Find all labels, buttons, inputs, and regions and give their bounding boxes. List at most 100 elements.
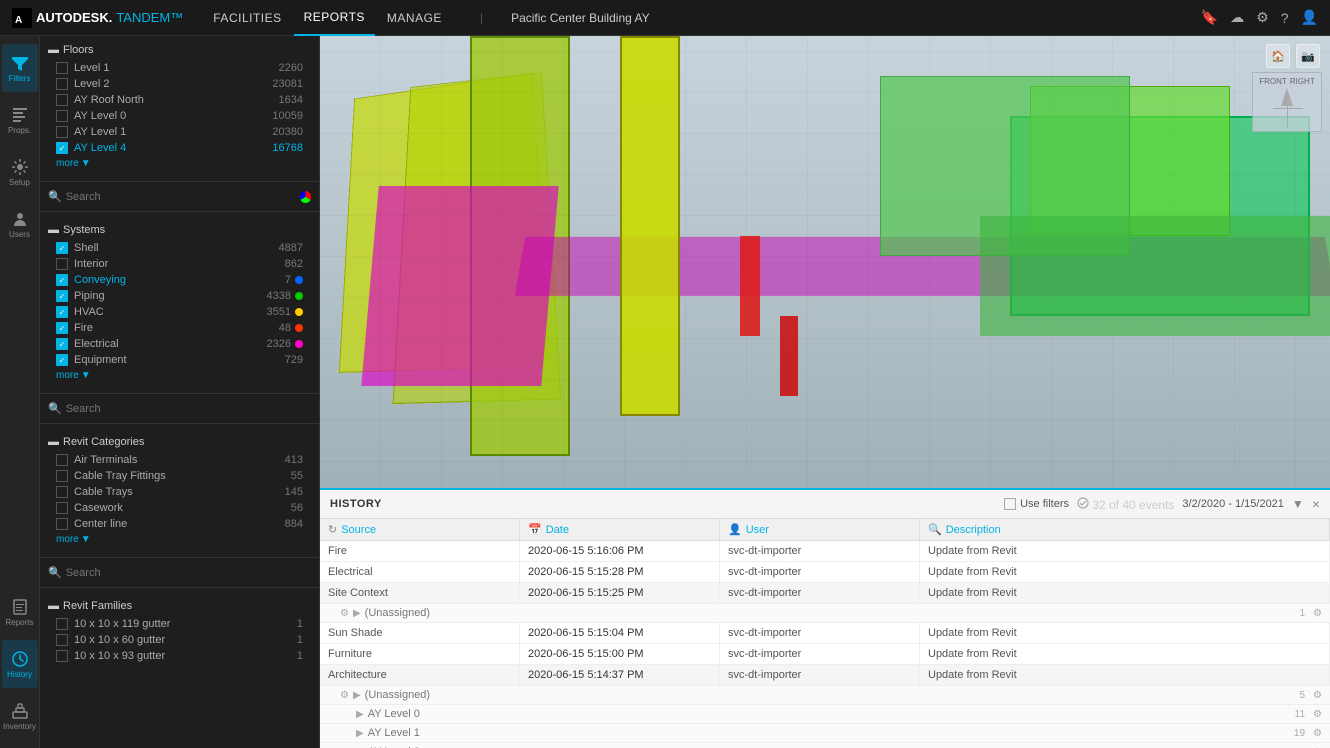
revit-cable-trays-checkbox[interactable] [56, 486, 68, 498]
arch-chevron-icon[interactable]: ▶ [353, 690, 361, 701]
help-icon[interactable]: ? [1281, 10, 1289, 26]
tree-chevron-icon[interactable]: ▶ [353, 608, 361, 619]
floors-search-input[interactable] [66, 191, 297, 203]
revit-center-line[interactable]: Center line 884 [48, 516, 311, 532]
revit-cat-search-input[interactable] [66, 567, 311, 579]
system-conveying-checkbox[interactable] [56, 274, 68, 286]
revit-center-line-checkbox[interactable] [56, 518, 68, 530]
cell-site-user: svc-dt-importer [720, 583, 920, 603]
system-shell[interactable]: Shell 4887 [48, 240, 311, 256]
sidebar-item-inventory[interactable]: Inventory [2, 692, 38, 740]
arch-chevron-3[interactable]: ▶ [356, 728, 364, 739]
site-row-settings-icon[interactable]: ⚙ [1313, 608, 1322, 619]
system-equipment-checkbox[interactable] [56, 354, 68, 366]
floor-level2-checkbox[interactable] [56, 78, 68, 90]
revit-cable-tray-fittings[interactable]: Cable Tray Fittings 55 [48, 468, 311, 484]
revit-fam-gutter3-checkbox[interactable] [56, 650, 68, 662]
arch-row-settings-1[interactable]: ⚙ [1313, 690, 1322, 701]
floor-ay-roof-north[interactable]: AY Roof North 1634 [48, 92, 311, 108]
history-col-description[interactable]: 🔍 Description [920, 519, 1330, 540]
revit-categories-more[interactable]: more ▼ [48, 532, 311, 549]
user-avatar[interactable]: 👤 [1301, 9, 1318, 26]
revit-cat-search-icon[interactable]: 🔍 [48, 566, 62, 579]
nav-facilities[interactable]: FACILITIES [203, 0, 291, 36]
viewport-home-icon[interactable]: 🏠 [1266, 44, 1290, 68]
history-close-button[interactable]: × [1312, 496, 1320, 512]
system-piping-checkbox[interactable] [56, 290, 68, 302]
systems-search-input[interactable] [66, 403, 311, 415]
settings-icon[interactable]: ⚙ [1256, 9, 1269, 26]
table-row-furniture[interactable]: Furniture 2020-06-15 5:15:00 PM svc-dt-i… [320, 644, 1330, 665]
sidebar-item-users[interactable]: Users [2, 200, 38, 248]
systems-section-header[interactable]: ▬ Systems [48, 220, 311, 240]
nav-manage[interactable]: MANAGE [377, 0, 452, 36]
table-row-fire[interactable]: Fire 2020-06-15 5:16:06 PM svc-dt-import… [320, 541, 1330, 562]
nav-reports[interactable]: REPORTS [294, 0, 375, 36]
floor-level2[interactable]: Level 2 23081 [48, 76, 311, 92]
viewport-camera-icon[interactable]: 📷 [1296, 44, 1320, 68]
system-hvac-checkbox[interactable] [56, 306, 68, 318]
history-col-source[interactable]: ↻ Source [320, 519, 520, 540]
history-date-dropdown-icon[interactable]: ▼ [1292, 497, 1304, 511]
table-row-sun-shade[interactable]: Sun Shade 2020-06-15 5:15:04 PM svc-dt-i… [320, 623, 1330, 644]
revit-fam-gutter2-checkbox[interactable] [56, 634, 68, 646]
systems-more[interactable]: more ▼ [48, 368, 311, 385]
floor-level1[interactable]: Level 1 2260 [48, 60, 311, 76]
revit-air-terminals-checkbox[interactable] [56, 454, 68, 466]
arch-gear-icon[interactable]: ⚙ [340, 690, 349, 701]
sidebar-item-setup[interactable]: Setup [2, 148, 38, 196]
history-col-date[interactable]: 📅 Date [520, 519, 720, 540]
cloud-icon[interactable]: ☁ [1230, 9, 1244, 26]
system-fire[interactable]: Fire 48 [48, 320, 311, 336]
bookmark-icon[interactable]: 🔖 [1201, 9, 1218, 26]
revit-fam-gutter3[interactable]: 10 x 10 x 93 gutter 1 [48, 648, 311, 664]
revit-air-terminals[interactable]: Air Terminals 413 [48, 452, 311, 468]
revit-cable-trays[interactable]: Cable Trays 145 [48, 484, 311, 500]
revit-families-header[interactable]: ▬ Revit Families [48, 596, 311, 616]
cell-arch-desc: Update from Revit [920, 665, 1330, 685]
revit-casework-checkbox[interactable] [56, 502, 68, 514]
floor-ay-level1[interactable]: AY Level 1 20380 [48, 124, 311, 140]
sidebar-item-filters[interactable]: Filters [2, 44, 38, 92]
system-fire-checkbox[interactable] [56, 322, 68, 334]
sidebar-item-reports[interactable]: Reports [2, 588, 38, 636]
use-filters-checkbox-row[interactable]: Use filters [1004, 498, 1069, 510]
system-shell-checkbox[interactable] [56, 242, 68, 254]
system-interior-checkbox[interactable] [56, 258, 68, 270]
system-hvac[interactable]: HVAC 3551 [48, 304, 311, 320]
systems-search-icon[interactable]: 🔍 [48, 402, 62, 415]
system-equipment[interactable]: Equipment 729 [48, 352, 311, 368]
system-piping[interactable]: Piping 4338 [48, 288, 311, 304]
floor-ay-level1-checkbox[interactable] [56, 126, 68, 138]
arch-row-settings-3[interactable]: ⚙ [1313, 728, 1322, 739]
sidebar-item-props[interactable]: Props. [2, 96, 38, 144]
table-row-architecture[interactable]: Architecture 2020-06-15 5:14:37 PM svc-d… [320, 665, 1330, 686]
system-electrical-checkbox[interactable] [56, 338, 68, 350]
use-filters-checkbox[interactable] [1004, 498, 1016, 510]
floor-ay-level0[interactable]: AY Level 0 10059 [48, 108, 311, 124]
floor-ay-level0-checkbox[interactable] [56, 110, 68, 122]
floors-section-header[interactable]: ▬ Floors [48, 40, 311, 60]
floors-search-icon[interactable]: 🔍 [48, 190, 62, 203]
arch-chevron-2[interactable]: ▶ [356, 709, 364, 720]
floor-level1-checkbox[interactable] [56, 62, 68, 74]
system-conveying[interactable]: Conveying 7 [48, 272, 311, 288]
system-interior[interactable]: Interior 862 [48, 256, 311, 272]
history-col-user[interactable]: 👤 User [720, 519, 920, 540]
floor-ay-roof-north-checkbox[interactable] [56, 94, 68, 106]
floor-ay-level4[interactable]: AY Level 4 16768 [48, 140, 311, 156]
table-row-site-context[interactable]: Site Context 2020-06-15 5:15:25 PM svc-d… [320, 583, 1330, 604]
revit-categories-header[interactable]: ▬ Revit Categories [48, 432, 311, 452]
revit-fam-gutter1[interactable]: 10 x 10 x 119 gutter 1 [48, 616, 311, 632]
arch-row-settings-2[interactable]: ⚙ [1313, 709, 1322, 720]
system-electrical[interactable]: Electrical 2326 [48, 336, 311, 352]
floors-more[interactable]: more ▼ [48, 156, 311, 173]
table-row-electrical[interactable]: Electrical 2020-06-15 5:15:28 PM svc-dt-… [320, 562, 1330, 583]
tree-gear-icon[interactable]: ⚙ [340, 608, 349, 619]
revit-fam-gutter1-checkbox[interactable] [56, 618, 68, 630]
revit-casework[interactable]: Casework 56 [48, 500, 311, 516]
revit-fam-gutter2[interactable]: 10 x 10 x 60 gutter 1 [48, 632, 311, 648]
revit-cable-tray-fittings-checkbox[interactable] [56, 470, 68, 482]
sidebar-item-history[interactable]: History [2, 640, 38, 688]
floor-ay-level4-checkbox[interactable] [56, 142, 68, 154]
